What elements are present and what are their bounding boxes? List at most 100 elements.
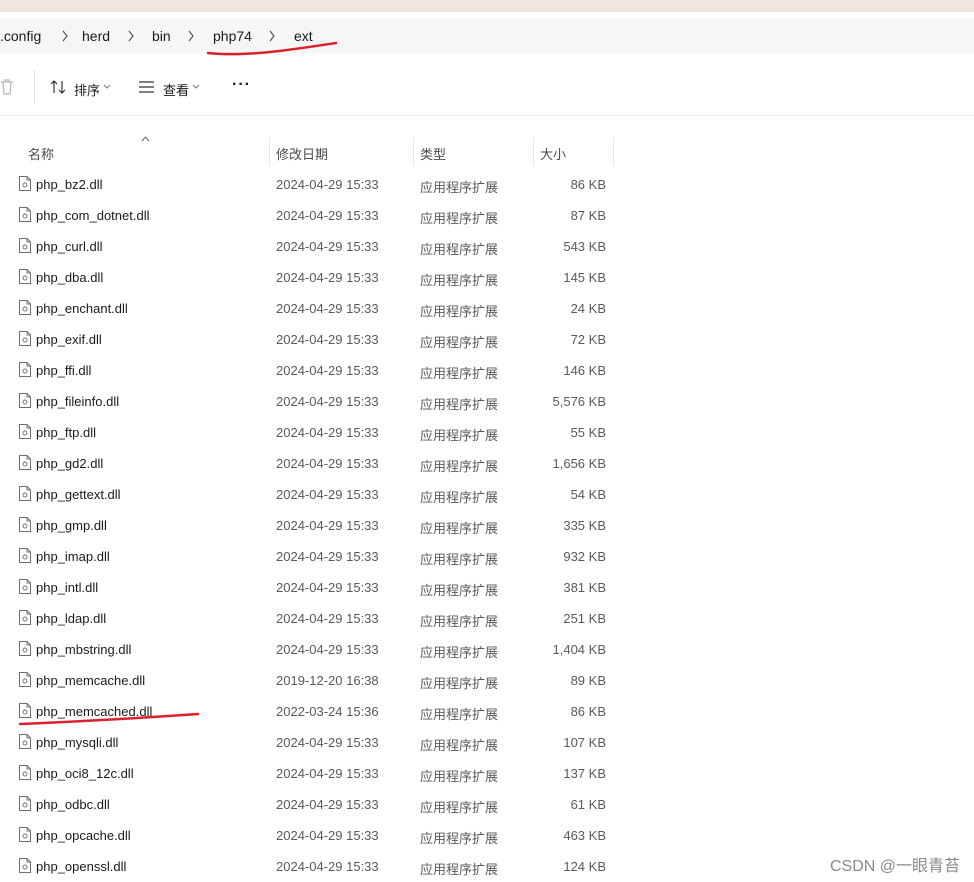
file-name: php_gd2.dll	[36, 456, 104, 471]
file-row[interactable]: php_odbc.dll 2024-04-29 15:33 应用程序扩展 61 KB	[0, 789, 974, 820]
file-type: 应用程序扩展	[420, 273, 499, 288]
chevron-down-icon	[192, 84, 200, 89]
file-name: php_ftp.dll	[36, 425, 96, 440]
file-type: 应用程序扩展	[420, 211, 499, 226]
column-header-name[interactable]: 名称	[28, 144, 54, 163]
file-row[interactable]: php_openssl.dll 2024-04-29 15:33 应用程序扩展 124…	[0, 851, 974, 882]
column-divider[interactable]	[533, 137, 534, 166]
file-date: 2024-04-29 15:33	[276, 797, 379, 812]
breadcrumb-item-config[interactable]: .config	[0, 28, 41, 44]
file-name: php_com_dotnet.dll	[36, 208, 150, 223]
breadcrumb[interactable]	[0, 19, 974, 53]
file-size: 381 KB	[563, 580, 606, 595]
file-date: 2024-04-29 15:33	[276, 363, 379, 378]
dll-file-icon	[19, 858, 31, 873]
file-size: 86 KB	[570, 177, 606, 192]
file-row[interactable]: php_mysqli.dll 2024-04-29 15:33 应用程序扩展 107 …	[0, 727, 974, 758]
dll-file-icon	[19, 176, 31, 191]
file-row[interactable]: php_memcache.dll 2019-12-20 16:38 应用程序扩展 89…	[0, 665, 974, 696]
file-date: 2024-04-29 15:33	[276, 301, 379, 316]
file-name: php_imap.dll	[36, 549, 110, 564]
column-header-type[interactable]: 类型	[420, 144, 446, 163]
breadcrumb-item-ext[interactable]: ext	[294, 28, 313, 44]
window-title-bar	[0, 0, 974, 12]
dll-file-icon	[19, 796, 31, 811]
file-row[interactable]: php_ldap.dll 2024-04-29 15:33 应用程序扩展 251 KB	[0, 603, 974, 634]
dll-file-icon	[19, 548, 31, 563]
file-name: php_enchant.dll	[36, 301, 128, 316]
file-date: 2024-04-29 15:33	[276, 394, 379, 409]
file-row[interactable]: php_curl.dll 2024-04-29 15:33 应用程序扩展 543 KB	[0, 231, 974, 262]
file-row[interactable]: php_opcache.dll 2024-04-29 15:33 应用程序扩展 463…	[0, 820, 974, 851]
column-divider[interactable]	[413, 137, 414, 166]
file-row[interactable]: php_mbstring.dll 2024-04-29 15:33 应用程序扩展 1,…	[0, 634, 974, 665]
file-row[interactable]: php_enchant.dll 2024-04-29 15:33 应用程序扩展 24 …	[0, 293, 974, 324]
file-size: 124 KB	[563, 859, 606, 874]
file-row[interactable]: php_gd2.dll 2024-04-29 15:33 应用程序扩展 1,656 K…	[0, 448, 974, 479]
file-date: 2024-04-29 15:33	[276, 859, 379, 874]
file-type: 应用程序扩展	[420, 242, 499, 257]
chevron-down-icon	[103, 84, 111, 89]
column-header-size[interactable]: 大小	[540, 144, 566, 163]
file-row[interactable]: php_dba.dll 2024-04-29 15:33 应用程序扩展 145 KB	[0, 262, 974, 293]
file-row[interactable]: php_gmp.dll 2024-04-29 15:33 应用程序扩展 335 KB	[0, 510, 974, 541]
column-header-date[interactable]: 修改日期	[276, 144, 328, 163]
dll-file-icon	[19, 362, 31, 377]
file-row[interactable]: php_exif.dll 2024-04-29 15:33 应用程序扩展 72 KB	[0, 324, 974, 355]
file-type: 应用程序扩展	[420, 583, 499, 598]
file-date: 2024-04-29 15:33	[276, 270, 379, 285]
breadcrumb-item-bin[interactable]: bin	[152, 28, 171, 44]
file-date: 2024-04-29 15:33	[276, 766, 379, 781]
file-name: php_mbstring.dll	[36, 642, 132, 657]
file-row[interactable]: php_memcached.dll 2022-03-24 15:36 应用程序扩展 8…	[0, 696, 974, 727]
breadcrumb-item-herd[interactable]: herd	[82, 28, 110, 44]
file-type: 应用程序扩展	[420, 428, 499, 443]
file-date: 2022-03-24 15:36	[276, 704, 379, 719]
delete-icon[interactable]	[0, 79, 14, 95]
file-row[interactable]: php_oci8_12c.dll 2024-04-29 15:33 应用程序扩展 13…	[0, 758, 974, 789]
file-name: php_ffi.dll	[36, 363, 92, 378]
file-row[interactable]: php_com_dotnet.dll 2024-04-29 15:33 应用程序扩展…	[0, 200, 974, 231]
file-date: 2024-04-29 15:33	[276, 735, 379, 750]
more-options-button[interactable]: ···	[232, 76, 251, 94]
file-date: 2024-04-29 15:33	[276, 642, 379, 657]
file-date: 2024-04-29 15:33	[276, 580, 379, 595]
file-row[interactable]: php_bz2.dll 2024-04-29 15:33 应用程序扩展 86 KB	[0, 169, 974, 200]
file-size: 1,656 KB	[552, 456, 607, 471]
file-row[interactable]: php_gettext.dll 2024-04-29 15:33 应用程序扩展 54 …	[0, 479, 974, 510]
file-row[interactable]: php_fileinfo.dll 2024-04-29 15:33 应用程序扩展 5,…	[0, 386, 974, 417]
file-name: php_memcached.dll	[36, 704, 153, 719]
file-name: php_odbc.dll	[36, 797, 110, 812]
file-row[interactable]: php_ftp.dll 2024-04-29 15:33 应用程序扩展 55 KB	[0, 417, 974, 448]
dll-file-icon	[19, 517, 31, 532]
column-divider[interactable]	[613, 137, 614, 166]
file-name: php_mysqli.dll	[36, 735, 119, 750]
dll-file-icon	[19, 827, 31, 842]
file-date: 2024-04-29 15:33	[276, 456, 379, 471]
file-row[interactable]: php_intl.dll 2024-04-29 15:33 应用程序扩展 381 KB	[0, 572, 974, 603]
file-row[interactable]: php_imap.dll 2024-04-29 15:33 应用程序扩展 932 KB	[0, 541, 974, 572]
file-name: php_oci8_12c.dll	[36, 766, 134, 781]
chevron-right-icon	[269, 30, 275, 42]
file-type: 应用程序扩展	[420, 645, 499, 660]
file-date: 2024-04-29 15:33	[276, 332, 379, 347]
column-divider[interactable]	[269, 137, 270, 166]
sort-ascending-icon	[141, 136, 150, 142]
dll-file-icon	[19, 424, 31, 439]
file-name: php_dba.dll	[36, 270, 104, 285]
file-name: php_curl.dll	[36, 239, 103, 254]
file-type: 应用程序扩展	[420, 862, 499, 877]
file-size: 463 KB	[563, 828, 606, 843]
dll-file-icon	[19, 703, 31, 718]
dll-file-icon	[19, 269, 31, 284]
file-name: php_exif.dll	[36, 332, 102, 347]
file-type: 应用程序扩展	[420, 800, 499, 815]
file-date: 2024-04-29 15:33	[276, 208, 379, 223]
breadcrumb-item-php74[interactable]: php74	[213, 28, 252, 44]
file-row[interactable]: php_ffi.dll 2024-04-29 15:33 应用程序扩展 146 KB	[0, 355, 974, 386]
file-name: php_intl.dll	[36, 580, 99, 595]
dll-file-icon	[19, 641, 31, 656]
dll-file-icon	[19, 207, 31, 222]
file-size: 55 KB	[570, 425, 606, 440]
file-size: 89 KB	[570, 673, 606, 688]
